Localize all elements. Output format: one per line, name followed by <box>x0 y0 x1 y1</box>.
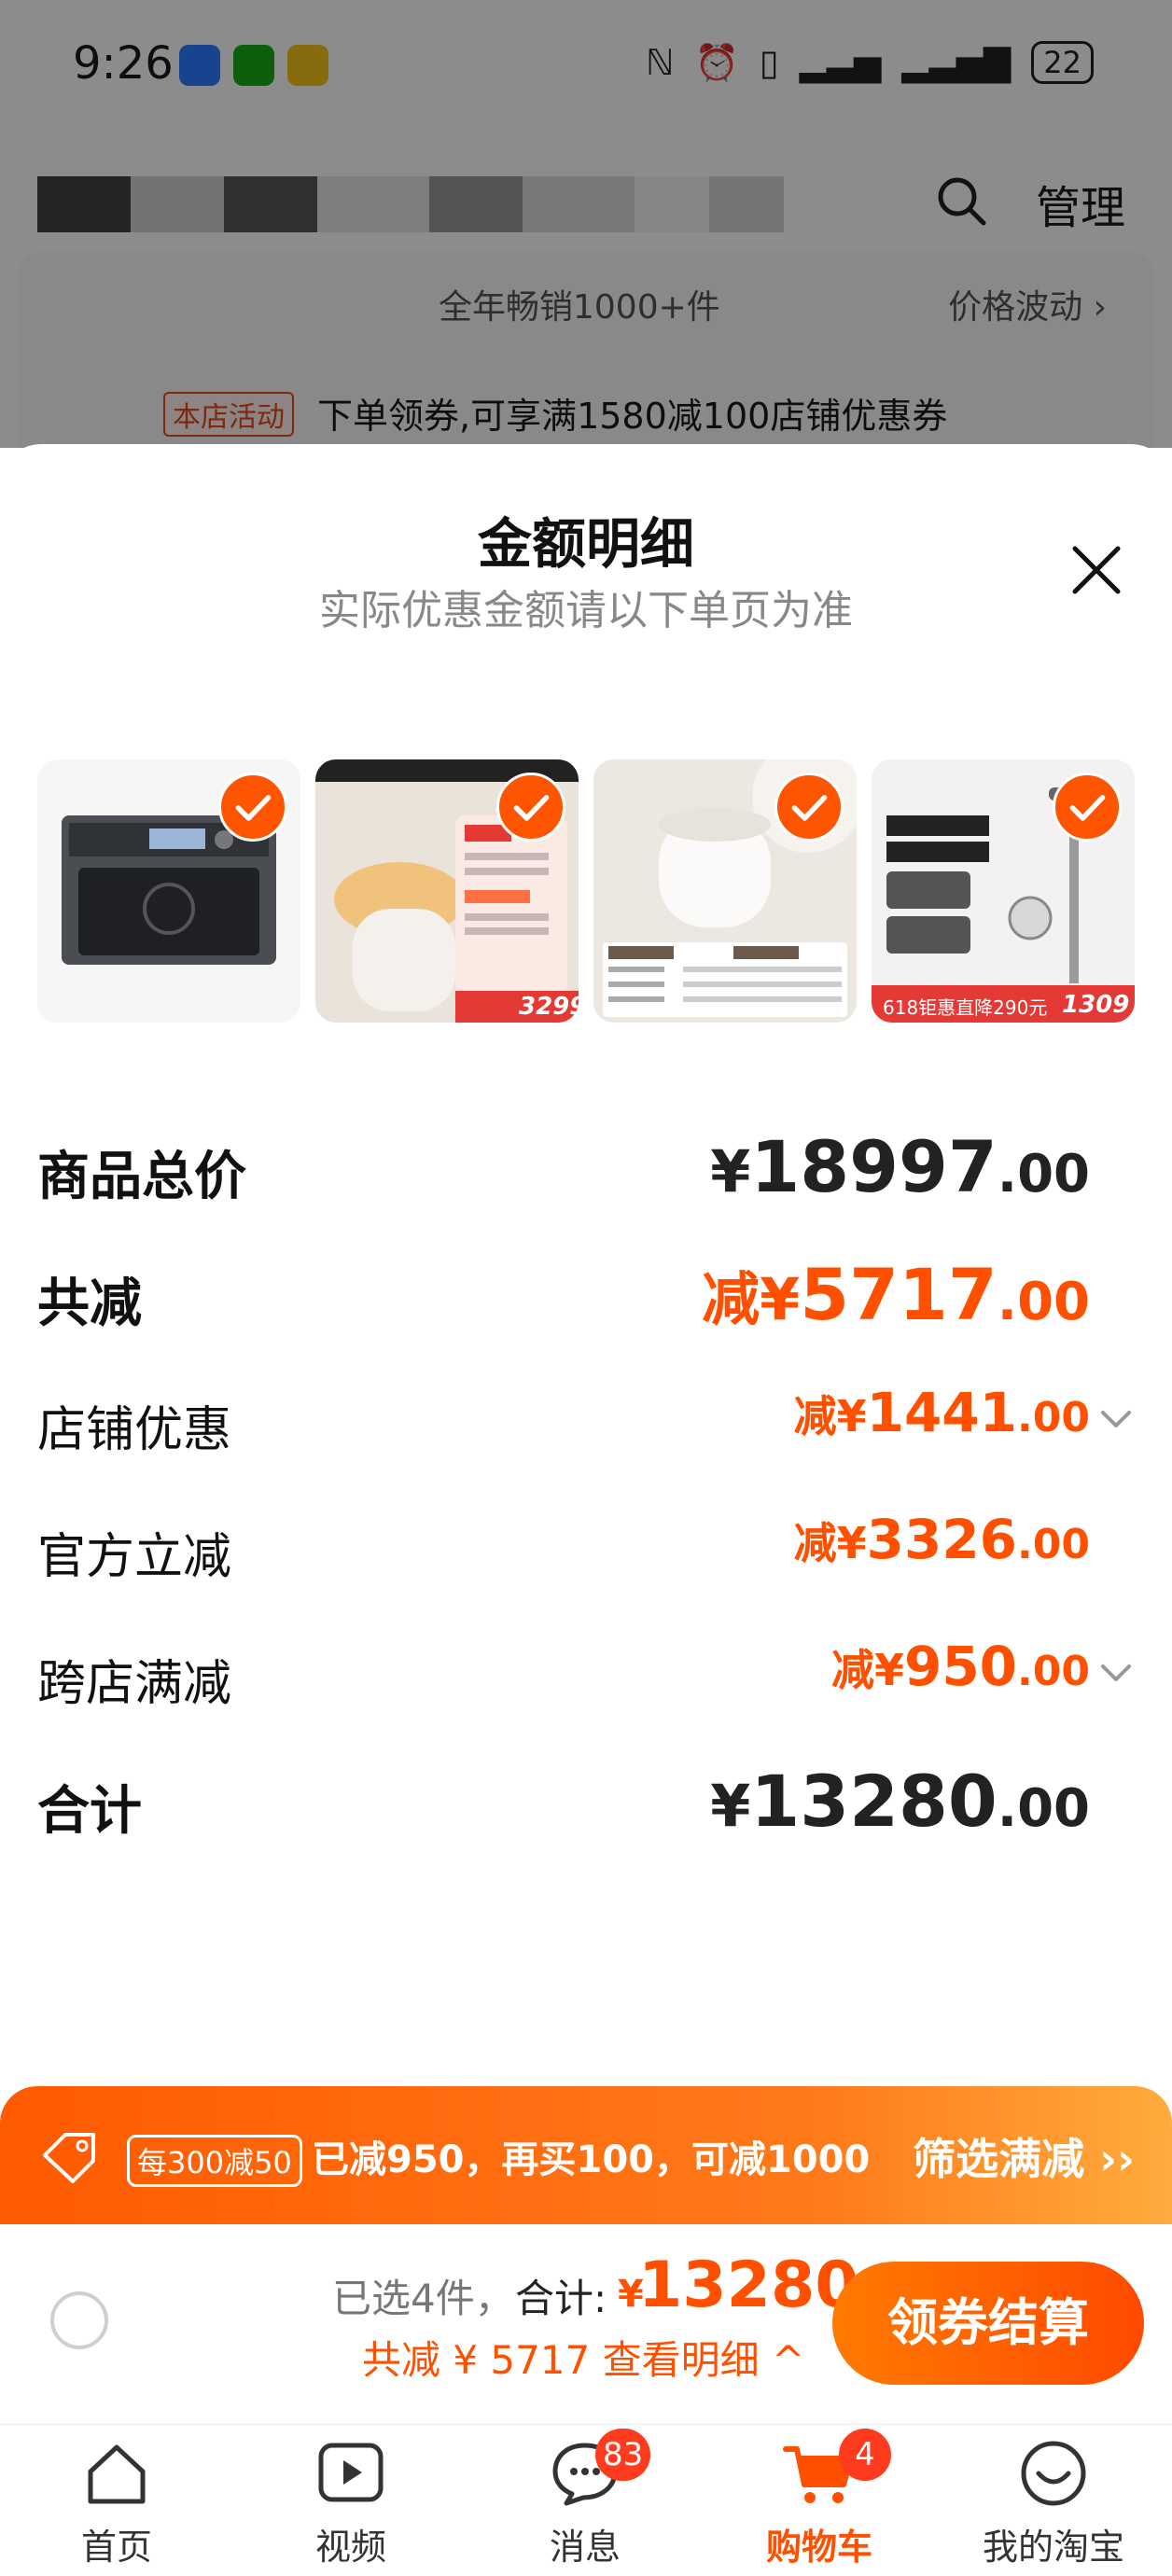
tab-message[interactable]: 83 消息 <box>468 2425 702 2576</box>
product-thumb-oven[interactable] <box>37 759 300 1023</box>
tab-video[interactable]: 视频 <box>234 2425 467 2576</box>
tab-cart[interactable]: 4 购物车 <box>703 2425 936 2576</box>
total-label: 合计: <box>515 2276 607 2321</box>
selected-check-icon[interactable] <box>1053 773 1122 842</box>
promo-rule-tag: 每300减50 <box>127 2135 302 2187</box>
cross-store-discount-label: 跨店满减 <box>37 1656 232 1712</box>
total-amount: 13280 <box>638 2249 859 2322</box>
message-badge: 83 <box>595 2429 651 2481</box>
product-thumbnails: 3299 <box>37 759 1135 1023</box>
tab-my-taobao[interactable]: 我的淘宝 <box>937 2425 1170 2576</box>
official-discount-row: 官方立减 减¥3326.00 <box>0 1508 1172 1592</box>
checkout-button[interactable]: 领券结算 <box>832 2262 1144 2385</box>
cross-store-promo-bar[interactable]: 每300减50 已减950，再买100，可减1000 筛选满减 ›› <box>0 2086 1172 2224</box>
product-price-tag: 1309 <box>1062 991 1130 1019</box>
filter-discount-button[interactable]: 筛选满减 ›› <box>913 2125 1135 2187</box>
cross-store-discount-row[interactable]: 跨店满减 减¥950.00 <box>0 1635 1172 1719</box>
goods-total-label: 商品总价 <box>37 1147 246 1207</box>
total-discount-amount: 减¥5717.00 <box>702 1253 1090 1336</box>
selected-count: 已选4件， <box>332 2276 514 2321</box>
tab-home[interactable]: 首页 <box>0 2425 233 2576</box>
checkout-bar: 已选4件， 合计: ¥ 13280 共减 ¥ 5717 查看明细 ^ 领券结算 <box>0 2224 1172 2420</box>
tab-label: 消息 <box>549 2527 621 2568</box>
selected-check-icon[interactable] <box>496 773 565 842</box>
promo-progress-text: 已减950，再买100，可减1000 <box>312 2138 871 2181</box>
store-discount-amount: 减¥1441.00 <box>793 1381 1090 1444</box>
chevron-down-icon[interactable] <box>1097 1399 1135 1437</box>
sheet-subtitle: 实际优惠金额请以下单页为准 <box>319 587 853 634</box>
close-icon[interactable] <box>1064 537 1129 603</box>
total-discount-row: 共减 减¥5717.00 <box>0 1252 1172 1336</box>
goods-total-amount: ¥18997.00 <box>710 1125 1090 1208</box>
bottom-tab-bar: 首页 视频 83 消息 4 购物车 我的淘宝 <box>0 2424 1172 2576</box>
chevron-down-icon[interactable] <box>1097 1653 1135 1691</box>
product-price-tag: 3299 <box>519 993 579 1021</box>
product-thumb-eoco-shower[interactable]: 618钜惠直降290元 1309 <box>872 759 1135 1023</box>
view-detail-link[interactable]: 共减 ¥ 5717 查看明细 ^ <box>362 2329 804 2386</box>
grand-total-row: 合计 ¥13280.00 <box>0 1760 1172 1844</box>
product-thumb-eoco-toilet[interactable] <box>593 759 857 1023</box>
sheet-title: 金额明细 <box>477 512 694 576</box>
goods-total-row: 商品总价 ¥18997.00 <box>0 1125 1172 1209</box>
grand-total-label: 合计 <box>37 1781 142 1842</box>
home-icon <box>88 2444 146 2504</box>
grand-total-amount: ¥13280.00 <box>710 1760 1090 1843</box>
profile-icon <box>1021 2441 1086 2506</box>
store-discount-label: 店铺优惠 <box>37 1402 232 1458</box>
coupon-tag-icon <box>43 2133 95 2183</box>
selected-check-icon[interactable] <box>774 773 844 842</box>
dim-overlay[interactable] <box>0 0 1172 448</box>
product-promo-text: 618钜惠直降290元 <box>883 996 1048 1019</box>
total-discount-label: 共减 <box>37 1274 142 1334</box>
tab-label: 首页 <box>80 2527 152 2568</box>
tab-label: 我的淘宝 <box>982 2527 1124 2568</box>
cart-badge: 4 <box>839 2429 891 2481</box>
store-discount-row[interactable]: 店铺优惠 减¥1441.00 <box>0 1381 1172 1465</box>
video-icon <box>318 2443 384 2502</box>
select-all-checkbox[interactable] <box>50 2291 108 2349</box>
tab-label: 视频 <box>314 2527 386 2568</box>
cross-store-discount-amount: 减¥950.00 <box>830 1635 1090 1698</box>
product-thumb-panasonic-toilet[interactable]: 3299 <box>315 759 579 1023</box>
official-discount-label: 官方立减 <box>37 1529 232 1585</box>
official-discount-amount: 减¥3326.00 <box>793 1508 1090 1571</box>
tab-label: 购物车 <box>765 2527 872 2568</box>
background-page: 9:26 ℕ ⏰ ▯ ▂▃▅ ▂▃▅▇ 22 管理 全年畅销1000+件 价格波… <box>0 0 1172 448</box>
selected-check-icon[interactable] <box>218 773 287 842</box>
